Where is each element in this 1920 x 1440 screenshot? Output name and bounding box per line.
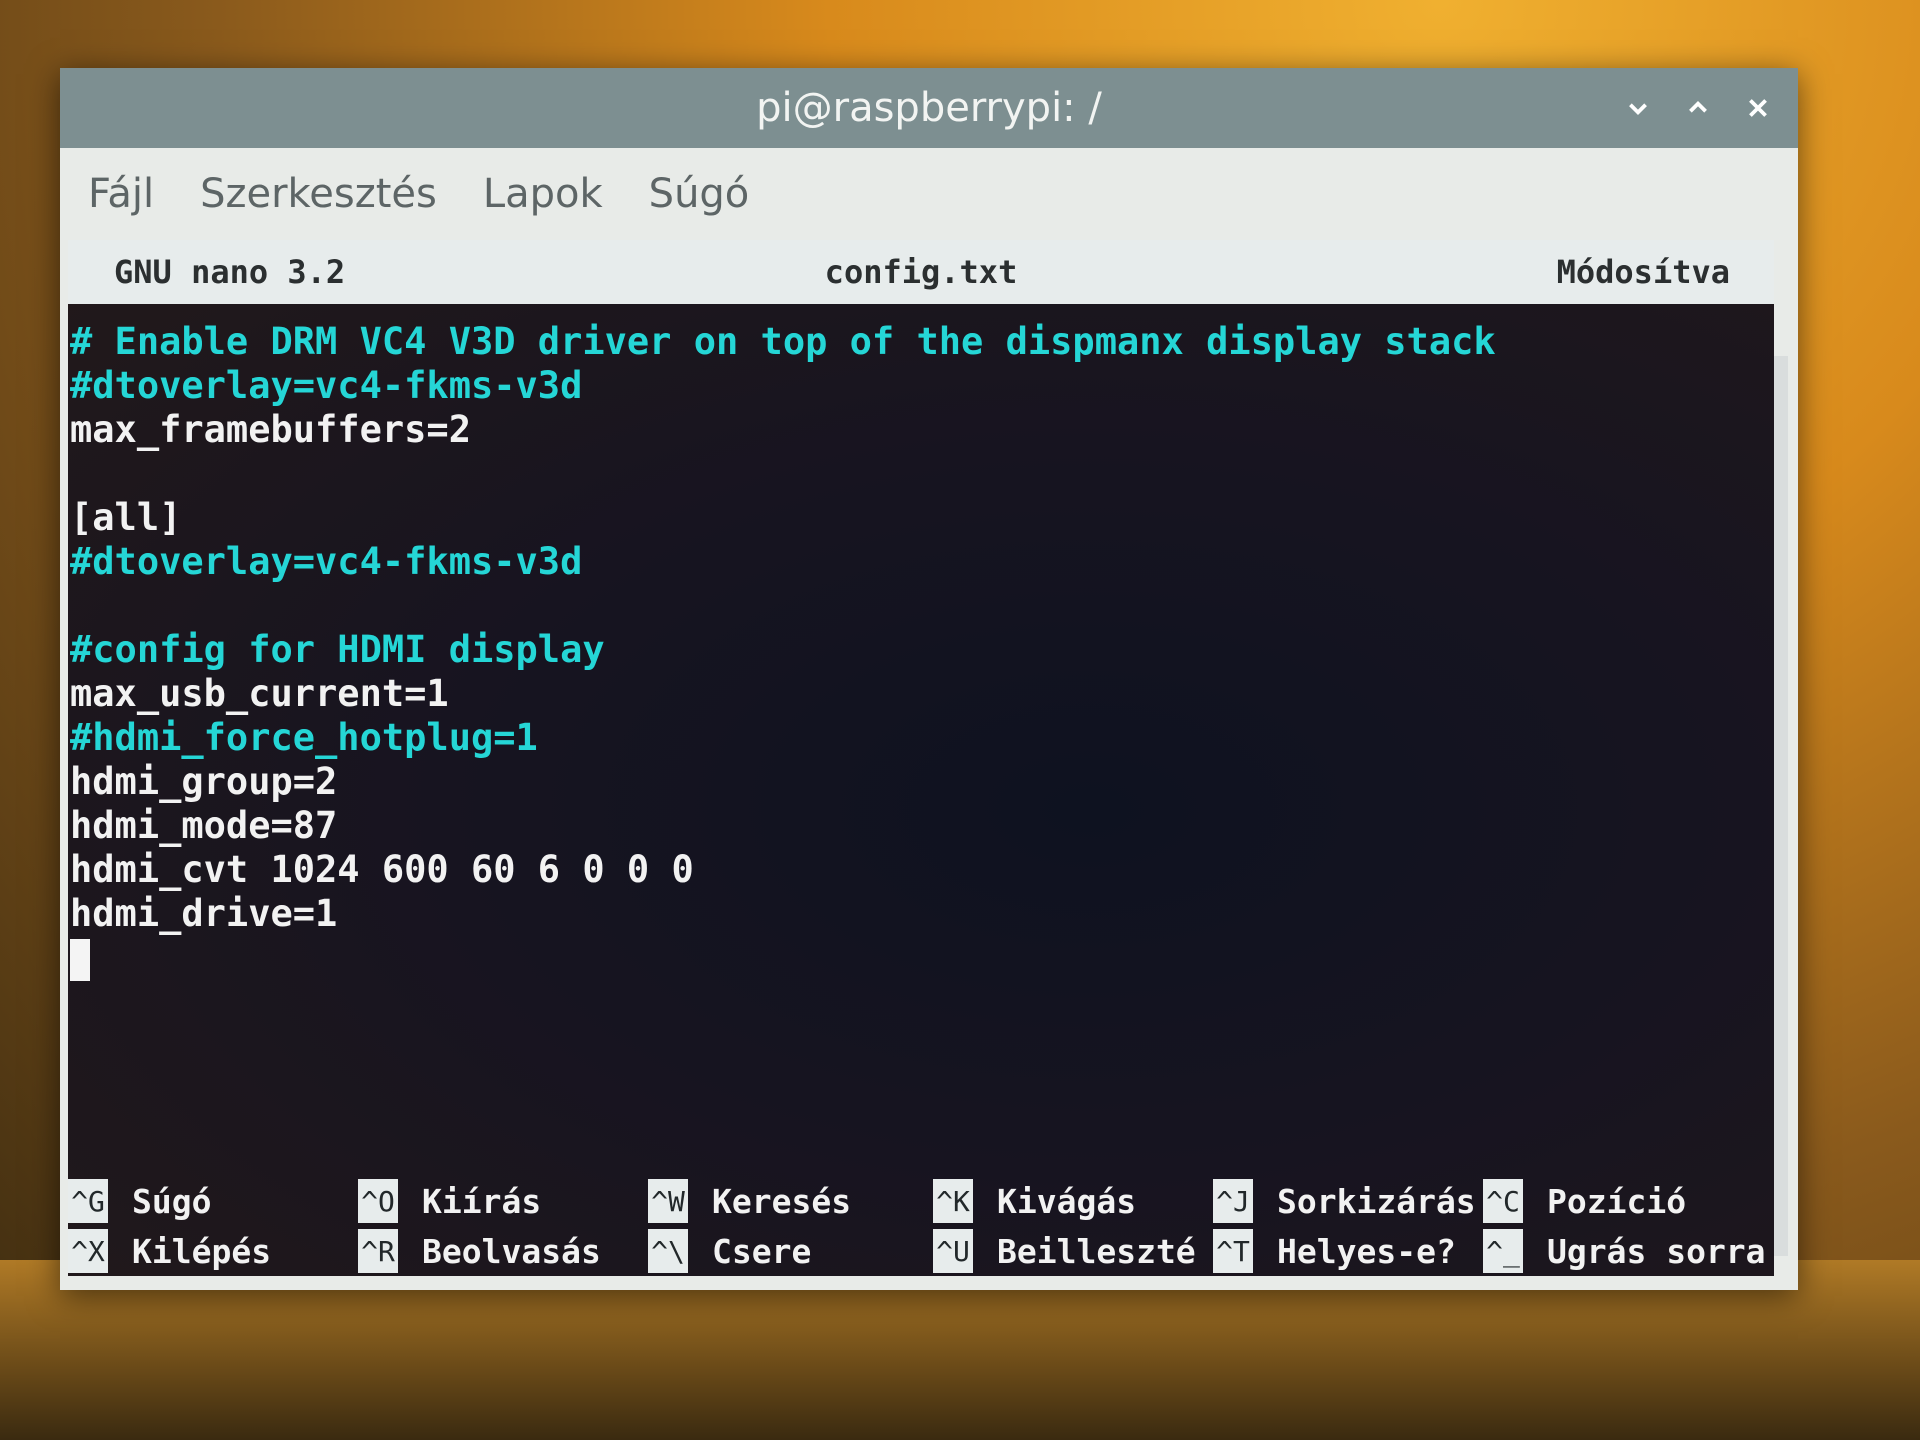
nano-header: GNU nano 3.2 config.txt Módosítva (68, 240, 1774, 304)
shortcut-label: Súgó (132, 1181, 212, 1221)
editor-line: hdmi_drive=1 (70, 892, 338, 935)
chevron-down-icon (1629, 103, 1647, 116)
menu-edit[interactable]: Szerkesztés (200, 171, 437, 217)
shortcut-justify[interactable]: ^J Sorkizárás (1213, 1176, 1483, 1226)
shortcut-write-out[interactable]: ^O Kiírás (358, 1176, 648, 1226)
vertical-scrollbar[interactable] (1774, 356, 1788, 1256)
maximize-button[interactable] (1682, 92, 1714, 124)
shortcut-label: Helyes-e? (1277, 1231, 1456, 1271)
shortcut-label: Beolvasás (422, 1231, 601, 1271)
shortcut-position[interactable]: ^C Pozíció (1483, 1176, 1774, 1226)
editor-line: hdmi_mode=87 (70, 804, 338, 847)
window-controls (1622, 68, 1774, 148)
editor-buffer[interactable]: # Enable DRM VC4 V3D driver on top of th… (70, 320, 1496, 981)
shortcut-label: Kilépés (132, 1231, 272, 1271)
editor-line: max_framebuffers=2 (70, 408, 471, 451)
shortcut-help[interactable]: ^G Súgó (68, 1176, 358, 1226)
shortcut-cut[interactable]: ^K Kivágás (933, 1176, 1213, 1226)
window-titlebar[interactable]: pi@raspberrypi: / (60, 68, 1798, 148)
shortcut-read-file[interactable]: ^R Beolvasás (358, 1226, 648, 1276)
editor-line: #dtoverlay=vc4-fkms-v3d (70, 540, 583, 583)
shortcut-label: Ugrás sorra (1547, 1231, 1766, 1271)
text-cursor (70, 938, 90, 981)
nano-modified-status: Módosítva (1556, 253, 1730, 291)
chevron-up-icon (1689, 100, 1707, 113)
editor-line: hdmi_group=2 (70, 760, 338, 803)
shortcut-key: ^C (1483, 1179, 1523, 1223)
shortcut-label: Kiírás (422, 1181, 542, 1221)
terminal-area[interactable]: GNU nano 3.2 config.txt Módosítva # Enab… (68, 240, 1774, 1276)
close-button[interactable] (1742, 92, 1774, 124)
shortcut-key: ^K (933, 1179, 973, 1223)
shortcut-paste[interactable]: ^U Beilleszté (933, 1226, 1213, 1276)
shortcut-label: Kivágás (997, 1181, 1137, 1221)
cursor-line (70, 936, 1496, 981)
shortcut-key: ^G (68, 1179, 108, 1223)
editor-line: max_usb_current=1 (70, 672, 449, 715)
shortcut-key: ^T (1213, 1229, 1253, 1273)
editor-line: #config for HDMI display (70, 628, 605, 671)
editor-line: hdmi_cvt 1024 600 60 6 0 0 0 (70, 848, 694, 891)
shortcut-exit[interactable]: ^X Kilépés (68, 1226, 358, 1276)
shortcut-key: ^\ (648, 1229, 688, 1273)
window-title: pi@raspberrypi: / (756, 85, 1102, 131)
editor-line: #hdmi_force_hotplug=1 (70, 716, 538, 759)
menubar: Fájl Szerkesztés Lapok Súgó (60, 148, 1798, 240)
shortcut-key: ^_ (1483, 1229, 1523, 1273)
shortcut-label: Beilleszté (997, 1231, 1196, 1271)
editor-line: # Enable DRM VC4 V3D driver on top of th… (70, 320, 1496, 363)
close-icon (1749, 99, 1767, 117)
shortcut-key: ^W (648, 1179, 688, 1223)
editor-line: #dtoverlay=vc4-fkms-v3d (70, 364, 583, 407)
shortcut-key: ^R (358, 1229, 398, 1273)
menu-file[interactable]: Fájl (88, 171, 154, 217)
editor-line: [all] (70, 496, 182, 539)
shortcut-key: ^J (1213, 1179, 1253, 1223)
nano-shortcut-bar: ^G Súgó ^O Kiírás ^W Keresés ^K Kivágás ^J So… (68, 1176, 1774, 1276)
shortcut-label: Keresés (712, 1181, 852, 1221)
nano-filename: config.txt (824, 253, 1018, 291)
minimize-button[interactable] (1622, 92, 1654, 124)
shortcut-go-to-line[interactable]: ^_ Ugrás sorra (1483, 1226, 1774, 1276)
shortcut-key: ^O (358, 1179, 398, 1223)
shortcut-key: ^U (933, 1229, 973, 1273)
shortcut-search[interactable]: ^W Keresés (648, 1176, 933, 1226)
shortcut-label: Sorkizárás (1277, 1181, 1476, 1221)
shortcut-key: ^X (68, 1229, 108, 1273)
shortcut-label: Csere (712, 1231, 812, 1271)
menu-tabs[interactable]: Lapok (483, 171, 603, 217)
shortcut-label: Pozíció (1547, 1181, 1687, 1221)
terminal-window: pi@raspberrypi: / Fájl Szerkesztés Lapok… (60, 68, 1798, 1290)
shortcut-spell-check[interactable]: ^T Helyes-e? (1213, 1226, 1483, 1276)
menu-help[interactable]: Súgó (649, 171, 750, 217)
shortcut-replace[interactable]: ^\ Csere (648, 1226, 933, 1276)
